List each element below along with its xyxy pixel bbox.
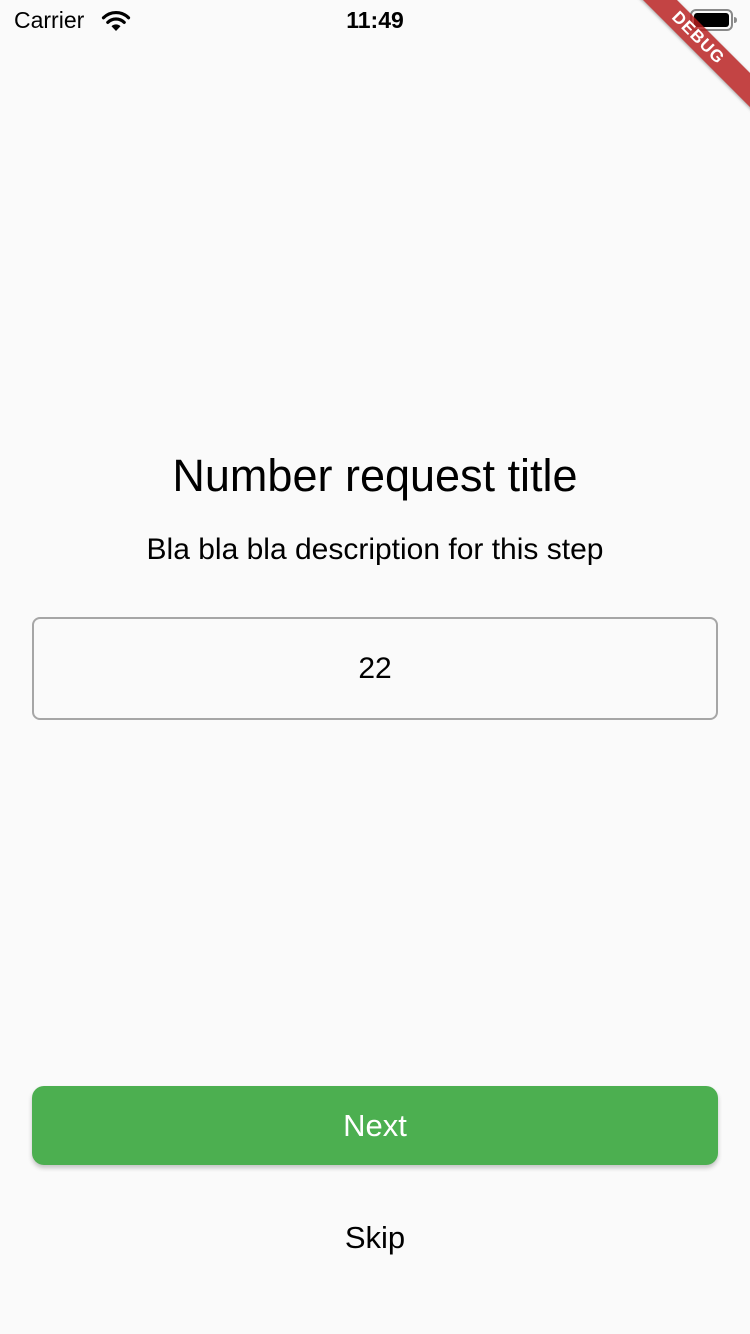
- status-time: 11:49: [346, 7, 404, 33]
- status-bar: Carrier 11:49: [0, 0, 750, 40]
- page-title: Number request title: [172, 450, 578, 501]
- number-input[interactable]: [32, 617, 718, 720]
- skip-button[interactable]: Skip: [275, 1208, 475, 1268]
- step-description: Bla bla bla description for this step: [146, 533, 604, 566]
- next-button[interactable]: Next: [32, 1086, 718, 1165]
